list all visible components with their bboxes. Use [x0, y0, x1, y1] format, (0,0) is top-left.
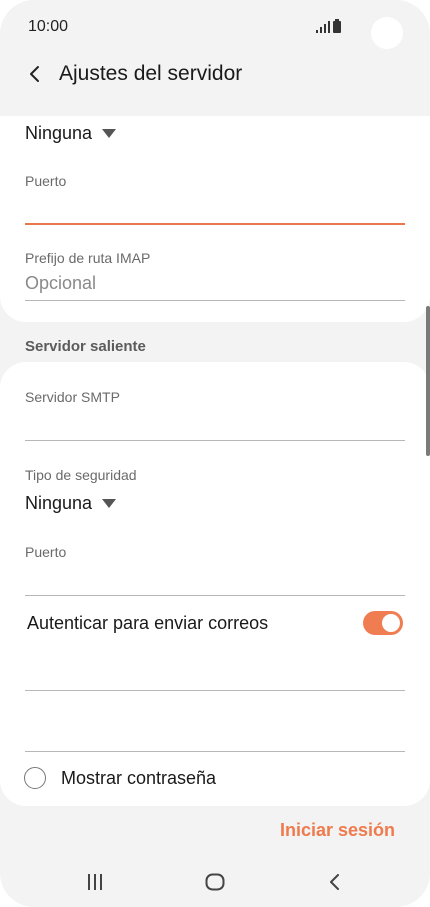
triangle-down-icon	[102, 498, 117, 508]
show-password-option[interactable]: Mostrar contraseña	[24, 765, 216, 791]
imap-prefix-input[interactable]	[25, 269, 405, 297]
incoming-port-underline	[25, 223, 405, 225]
outgoing-security-value: Ninguna	[25, 492, 93, 513]
show-password-radio[interactable]	[24, 767, 46, 789]
status-time: 10:00	[28, 18, 69, 35]
incoming-port-label: Puerto	[25, 173, 67, 189]
imap-prefix-underline	[25, 300, 405, 301]
imap-prefix-label: Prefijo de ruta IMAP	[25, 250, 151, 266]
security-type-label: Tipo de seguridad	[25, 467, 137, 483]
battery-icon	[333, 19, 341, 33]
incoming-security-value: Ninguna	[25, 122, 93, 143]
navigation-bar	[0, 856, 430, 907]
username-underline	[25, 690, 405, 691]
password-underline	[25, 751, 405, 752]
smtp-server-underline	[25, 440, 405, 441]
auth-toggle-label: Autenticar para enviar correos	[27, 613, 269, 633]
app-bar: Ajustes del servidor	[0, 52, 430, 100]
outgoing-server-header: Servidor saliente	[25, 338, 146, 355]
signal-icon	[316, 21, 330, 33]
outgoing-server-card: Servidor SMTP Tipo de seguridad Ninguna …	[0, 362, 430, 806]
incoming-server-card: Ninguna Puerto Prefijo de ruta IMAP	[0, 116, 430, 322]
username-input[interactable]	[25, 660, 405, 688]
toggle-knob	[382, 614, 400, 632]
outgoing-port-label: Puerto	[25, 544, 67, 560]
smtp-server-input[interactable]	[25, 410, 405, 438]
password-input[interactable]	[25, 720, 405, 748]
incoming-port-input[interactable]	[25, 194, 405, 222]
outgoing-security-dropdown[interactable]: Ninguna	[25, 490, 117, 516]
back-chevron-icon[interactable]	[22, 60, 50, 88]
signin-button[interactable]: Iniciar sesión	[280, 820, 395, 841]
triangle-down-icon	[102, 128, 117, 138]
back-icon[interactable]	[328, 873, 342, 891]
auth-toggle-switch[interactable]	[363, 611, 403, 635]
smtp-server-label: Servidor SMTP	[25, 389, 120, 405]
camera-cutout	[371, 17, 403, 49]
page-title: Ajustes del servidor	[59, 62, 243, 85]
scrollbar[interactable]	[426, 306, 430, 456]
recent-apps-icon[interactable]	[86, 874, 104, 890]
incoming-security-dropdown[interactable]: Ninguna	[25, 120, 117, 146]
home-icon[interactable]	[205, 873, 225, 891]
outgoing-port-underline	[25, 595, 405, 596]
outgoing-port-input[interactable]	[25, 565, 405, 593]
phone-screen: 10:00 Ajustes del servidor Ninguna Puert…	[0, 0, 430, 907]
status-bar: 10:00	[0, 0, 430, 56]
show-password-label: Mostrar contraseña	[61, 767, 217, 788]
